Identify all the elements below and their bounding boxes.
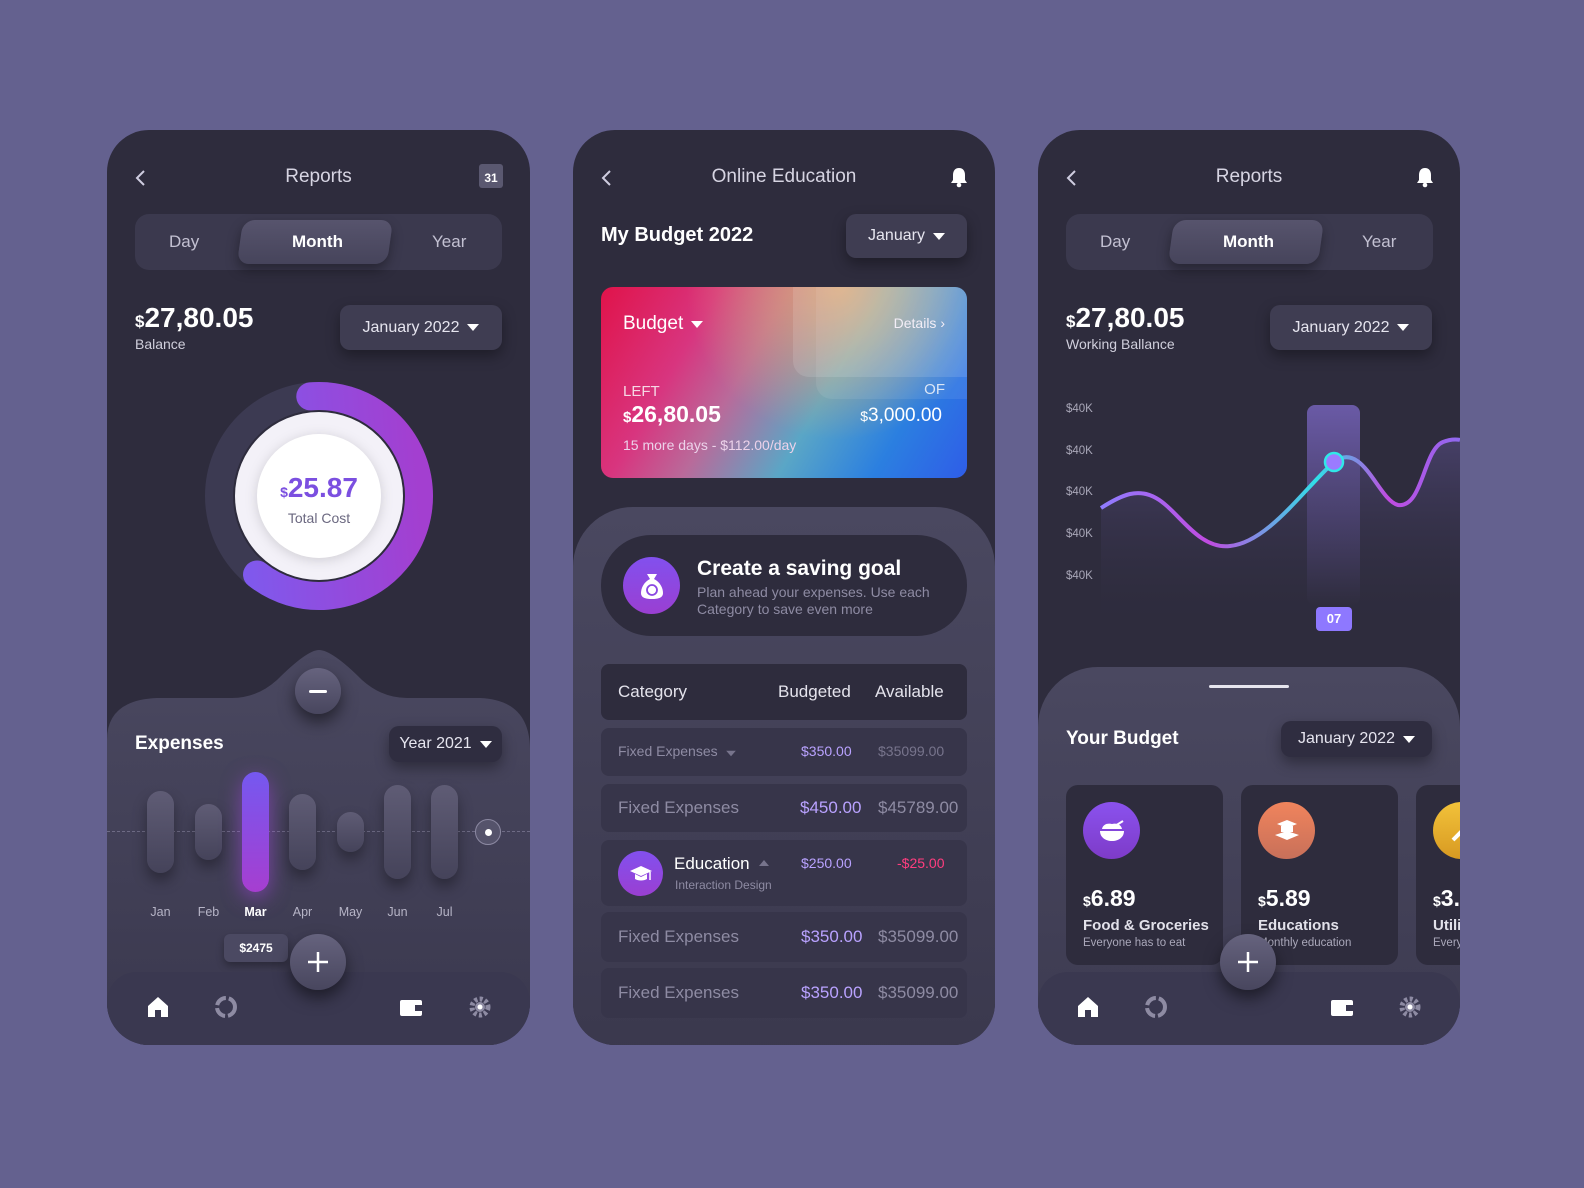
books-cap-icon (1258, 802, 1315, 859)
table-row[interactable]: Fixed Expenses $350.00 $35099.00 (601, 968, 967, 1018)
budget-card-utilities[interactable]: $3. Utili Every (1416, 785, 1460, 965)
year-dropdown[interactable]: Year 2021 (389, 726, 502, 762)
left-amount: $26,80.05 (623, 401, 721, 427)
days-remaining: 15 more days - $112.00/day (623, 437, 797, 453)
reports-screen: Reports 31 Day Month Year $27,80.05 Bala… (107, 130, 530, 1045)
column-header-budgeted: Budgeted (778, 682, 851, 701)
budget-title: My Budget 2022 (601, 224, 754, 246)
budget-type-dropdown[interactable]: Budget (623, 313, 704, 335)
budget-card-food[interactable]: $6.89 Food & Groceries Everyone has to e… (1066, 785, 1223, 965)
saving-goal-text: Plan ahead your expenses. Use each (697, 584, 930, 600)
column-header-category: Category (618, 682, 687, 701)
home-icon[interactable] (145, 994, 171, 1020)
table-row-education[interactable]: Education Interaction Design $250.00 -$2… (601, 840, 967, 906)
bar-mar[interactable] (242, 772, 269, 892)
selected-point (1323, 451, 1345, 473)
month-label: Jun (387, 905, 408, 919)
average-handle[interactable] (475, 819, 501, 845)
bar-jul[interactable] (431, 785, 458, 879)
table-row[interactable]: Fixed Expenses $350.00 $35099.00 (601, 728, 967, 776)
area-fill (1101, 439, 1460, 630)
details-link[interactable]: Details › (894, 315, 945, 331)
bell-icon[interactable] (949, 166, 969, 188)
chart-icon[interactable] (213, 994, 239, 1020)
table-row[interactable]: Fixed Expenses $350.00 $35099.00 (601, 912, 967, 962)
add-button[interactable] (290, 934, 346, 990)
card-description: Every (1433, 937, 1460, 949)
budget-screen: Online Education My Budget 2022 January … (573, 130, 995, 1045)
month-dropdown[interactable]: January (846, 214, 967, 258)
total-cost-value: $25.87 (280, 472, 358, 503)
page-title: Reports (285, 166, 352, 187)
caret-down-icon (1402, 735, 1415, 743)
month-label: Apr (292, 905, 313, 919)
budget-month-dropdown[interactable]: January 2022 (1281, 721, 1432, 757)
balance-line-chart (1099, 405, 1460, 630)
bar-jun[interactable] (384, 785, 411, 879)
plus-icon (308, 952, 328, 972)
home-icon[interactable] (1075, 994, 1101, 1020)
caret-down-icon (479, 740, 492, 748)
saving-goal-card[interactable]: Create a saving goal Plan ahead your exp… (601, 535, 967, 636)
bar-jan[interactable] (147, 790, 174, 874)
balance-amount: $27,80.05 (135, 302, 254, 333)
money-bag-icon (623, 557, 680, 614)
card-name: Utili (1433, 917, 1460, 934)
settings-icon[interactable] (467, 994, 493, 1020)
bar-apr[interactable] (289, 793, 316, 871)
of-label: OF (924, 381, 945, 398)
column-header-available: Available (875, 682, 944, 701)
collapse-button[interactable] (295, 668, 341, 714)
tab-year[interactable]: Year (432, 232, 466, 252)
saving-goal-title: Create a saving goal (697, 557, 902, 580)
expenses-title: Expenses (135, 733, 224, 754)
sheet-handle[interactable] (1209, 685, 1289, 688)
tools-icon (1433, 802, 1460, 859)
month-label: May (338, 905, 363, 919)
chart-icon[interactable] (1143, 994, 1169, 1020)
page-title: Online Education (711, 166, 857, 187)
calendar-icon[interactable]: 31 (479, 164, 503, 188)
total-amount: $3,000.00 (860, 405, 942, 426)
bar-may[interactable] (337, 811, 364, 853)
add-button[interactable] (1220, 934, 1276, 990)
card-name: Food & Groceries (1083, 917, 1209, 934)
caret-down-icon (932, 232, 945, 240)
wallet-icon[interactable] (1329, 994, 1355, 1020)
saving-goal-text: Category to save even more (697, 601, 873, 617)
month-dropdown[interactable]: January 2022 (340, 305, 502, 350)
reports-chart-screen: Reports Day Month Year $27,80.05 Working… (1038, 130, 1460, 1045)
bar-tooltip: $2475 (224, 934, 288, 962)
card-name: Educations (1258, 917, 1339, 934)
settings-icon[interactable] (1397, 994, 1423, 1020)
table-row[interactable]: Fixed Expenses $450.00 $45789.00 (601, 784, 967, 832)
your-budget-title: Your Budget (1066, 728, 1179, 749)
card-description: Everyone has to eat (1083, 937, 1186, 949)
graduation-cap-icon (618, 851, 663, 896)
month-label: Jan (150, 905, 171, 919)
plus-icon (1238, 952, 1258, 972)
tab-day[interactable]: Day (169, 232, 199, 252)
budget-card[interactable]: Budget Details › LEFT $26,80.05 OF $3,00… (601, 287, 967, 478)
bar-feb[interactable] (195, 803, 222, 861)
balance-label: Balance (135, 336, 186, 352)
budget-card-education[interactable]: $5.89 Educations Monthly education (1241, 785, 1398, 965)
left-label: LEFT (623, 383, 660, 400)
caret-down-icon (467, 324, 480, 331)
rice-bowl-icon (1083, 802, 1140, 859)
tab-month[interactable]: Month (292, 232, 343, 252)
month-label: Jul (436, 905, 453, 919)
selected-x-label: 07 (1316, 607, 1352, 631)
wallet-icon[interactable] (398, 994, 424, 1020)
month-label: Feb (197, 905, 220, 919)
total-cost-label: Total Cost (287, 510, 351, 526)
period-segmented-control: Day Month Year (135, 214, 502, 270)
table-header: Category Budgeted Available (601, 664, 967, 720)
month-label: Mar (244, 905, 267, 919)
minus-icon (309, 689, 327, 693)
